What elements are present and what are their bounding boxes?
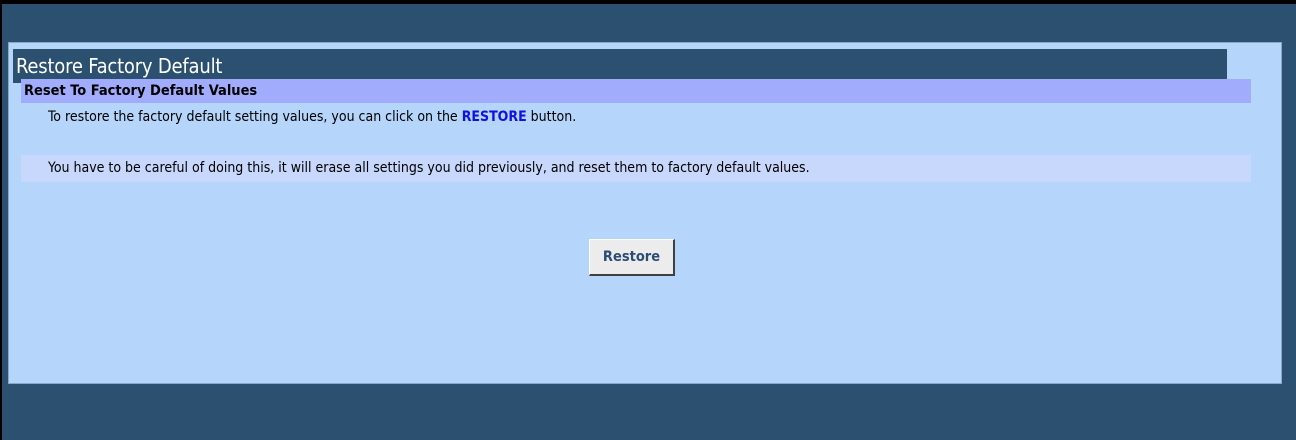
page-title: Restore Factory Default (13, 49, 1227, 83)
instruction-text-end: button. (526, 109, 577, 125)
instruction-text-start: To restore the factory default setting v… (48, 109, 462, 125)
restore-button[interactable]: Restore (589, 239, 675, 276)
restore-keyword: RESTORE (461, 109, 527, 125)
top-border (0, 0, 1296, 4)
warning-line: You have to be careful of doing this, it… (21, 155, 1251, 182)
left-border (0, 0, 2, 440)
section-heading: Reset To Factory Default Values (21, 79, 1251, 103)
instruction-line: To restore the factory default setting v… (21, 105, 1251, 129)
